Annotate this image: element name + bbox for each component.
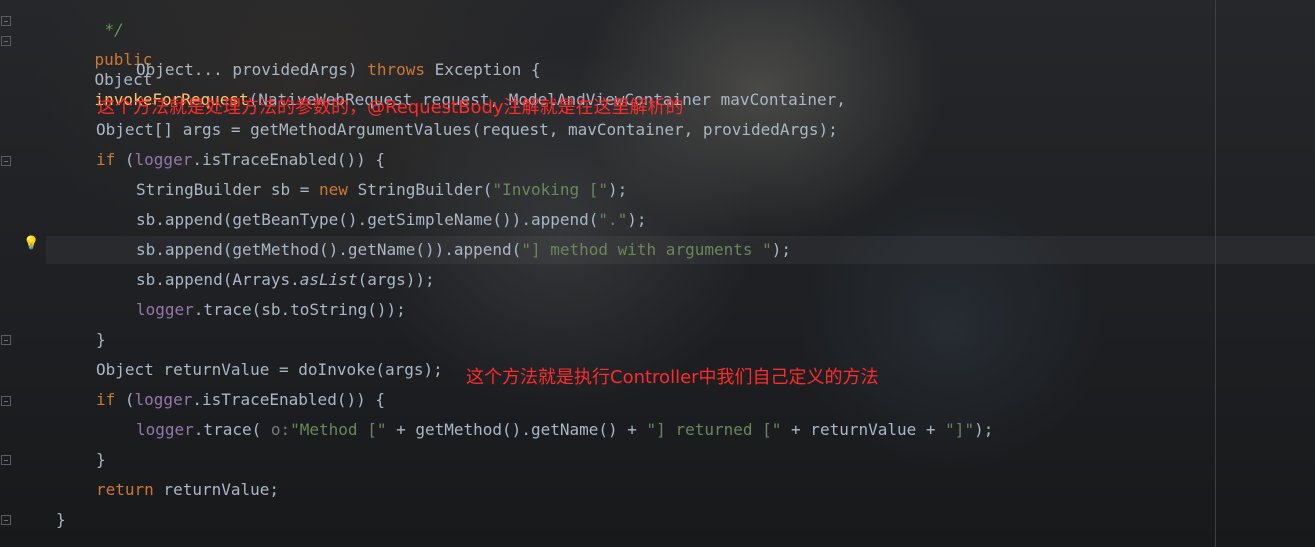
string-literal: "." bbox=[598, 210, 628, 229]
code-text: sb.append(getMethod().getName()).append( bbox=[136, 240, 522, 259]
keyword: new bbox=[319, 180, 348, 199]
string-literal: "]" bbox=[945, 420, 975, 439]
fold-end-icon[interactable] bbox=[1, 515, 11, 525]
code-text: returnValue; bbox=[153, 480, 280, 499]
code-text: StringBuilder sb = bbox=[136, 180, 320, 199]
code-text: + returnValue + bbox=[781, 420, 946, 439]
code-text: ); bbox=[608, 180, 628, 199]
code-text: ( bbox=[115, 150, 135, 169]
fold-start-icon[interactable] bbox=[1, 36, 11, 46]
fold-end-icon[interactable] bbox=[1, 16, 11, 26]
annotation-bottom: 这个方法就是执行Controller中我们自己定义的方法 bbox=[466, 367, 879, 388]
code-text: ( bbox=[115, 390, 135, 409]
field-ref: logger bbox=[136, 420, 194, 439]
keyword: return bbox=[96, 480, 154, 499]
code-text: StringBuilder( bbox=[347, 180, 493, 199]
fold-start-icon[interactable] bbox=[1, 156, 11, 166]
code-line[interactable]: sb.append(getBeanType().getSimpleName())… bbox=[136, 210, 647, 230]
code-text: } bbox=[56, 510, 66, 529]
code-text: Object[] args = getMethodArgumentValues(… bbox=[96, 120, 838, 139]
right-margin-guide bbox=[1215, 0, 1216, 547]
fold-end-icon[interactable] bbox=[1, 335, 11, 345]
code-line[interactable]: Object returnValue = doInvoke(args); bbox=[96, 360, 443, 380]
code-text: .isTraceEnabled()) { bbox=[192, 390, 385, 409]
code-line[interactable]: sb.append(Arrays.asList(args)); bbox=[136, 270, 435, 290]
code-line[interactable]: logger.trace(sb.toString()); bbox=[136, 300, 406, 320]
code-text: .trace(sb.toString()); bbox=[193, 300, 406, 319]
code-line[interactable]: StringBuilder sb = new StringBuilder("In… bbox=[136, 180, 627, 200]
code-line[interactable]: Object... providedArgs) throws Exception… bbox=[136, 60, 541, 80]
code-line[interactable]: } bbox=[96, 330, 106, 350]
code-line[interactable]: public Object invokeForRequest(NativeWeb… bbox=[56, 30, 846, 109]
field-ref: logger bbox=[136, 300, 194, 319]
code-text: ); bbox=[771, 240, 792, 259]
code-editor[interactable]: 💡 */ public Object invokeForRequest(Nati… bbox=[0, 0, 1315, 547]
code-text: (args)); bbox=[357, 270, 435, 289]
lightbulb-icon[interactable]: 💡 bbox=[23, 237, 39, 251]
string-literal: "] returned [" bbox=[646, 420, 782, 439]
code-text: ); bbox=[627, 210, 647, 229]
string-literal: "Invoking [" bbox=[492, 180, 609, 199]
keyword: if bbox=[96, 390, 116, 409]
code-line[interactable]: } bbox=[56, 510, 66, 530]
code-text: Exception { bbox=[424, 60, 541, 79]
keyword: throws bbox=[367, 60, 425, 79]
string-literal: "Method [" bbox=[290, 420, 387, 439]
code-line[interactable]: return returnValue; bbox=[96, 480, 279, 500]
field-ref: logger bbox=[134, 150, 193, 169]
code-text: + getMethod().getName() + bbox=[386, 420, 647, 439]
code-text: Object returnValue = doInvoke(args); bbox=[96, 360, 443, 379]
code-line[interactable]: */ bbox=[66, 0, 124, 39]
fold-end-icon[interactable] bbox=[1, 455, 11, 465]
code-line[interactable]: sb.append(getMethod().getName()).append(… bbox=[136, 240, 791, 260]
code-text: .trace( bbox=[193, 420, 271, 439]
code-line[interactable]: logger.trace( o:"Method [" + getMethod()… bbox=[136, 420, 993, 440]
code-line[interactable]: Object[] args = getMethodArgumentValues(… bbox=[96, 120, 838, 140]
editor-gutter: 💡 bbox=[0, 0, 46, 547]
annotation-top: 这个方法就是处理方法的参数的，@RequestBody注解就是在这里解析的 bbox=[97, 97, 684, 118]
fold-start-icon[interactable] bbox=[1, 396, 11, 406]
field-ref: logger bbox=[134, 390, 193, 409]
code-text: sb.append(getBeanType().getSimpleName())… bbox=[136, 210, 599, 229]
code-text: ); bbox=[974, 420, 994, 439]
code-text: Object... providedArgs) bbox=[136, 60, 368, 79]
code-text: sb.append(Arrays. bbox=[136, 270, 300, 289]
static-method: asList bbox=[299, 270, 358, 289]
string-literal: "] method with arguments " bbox=[521, 240, 772, 259]
keyword: if bbox=[96, 150, 116, 169]
code-line[interactable]: if (logger.isTraceEnabled()) { bbox=[96, 390, 385, 410]
parameter-hint: o: bbox=[270, 420, 291, 439]
code-line[interactable]: if (logger.isTraceEnabled()) { bbox=[96, 150, 385, 170]
code-line[interactable]: } bbox=[96, 450, 106, 470]
code-text: } bbox=[96, 330, 106, 349]
code-text: } bbox=[96, 450, 106, 469]
code-text: .isTraceEnabled()) { bbox=[192, 150, 385, 169]
